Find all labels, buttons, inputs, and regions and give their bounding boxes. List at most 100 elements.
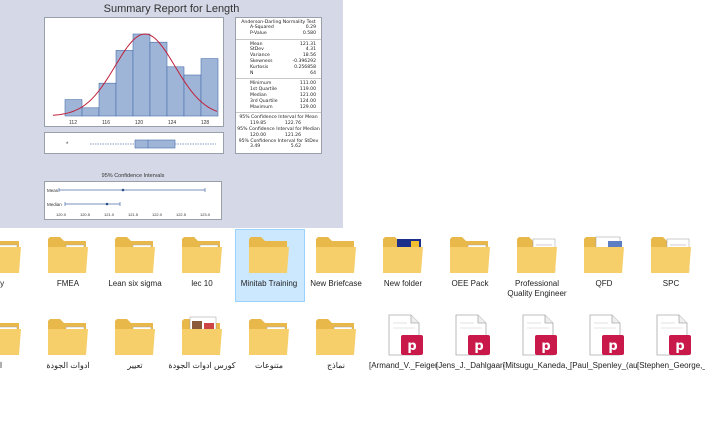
svg-text:p: p xyxy=(407,339,416,354)
folder-item[interactable]: Minitab Training xyxy=(235,229,305,302)
pdf-file-item[interactable]: p [Armand_V._Feigenbaum]_Total_Q xyxy=(369,313,437,401)
ci-point-median xyxy=(105,202,109,206)
file-label: Minitab Training xyxy=(240,279,298,288)
histogram-bar xyxy=(98,82,117,117)
folder-icon: S xyxy=(180,231,224,275)
file-label: [Mitsugu_Kaneda,_Yoshifumi_Kim xyxy=(503,361,571,370)
file-label: كورس ادوات الجودة xyxy=(168,361,236,370)
ci-tick-label: 122.5 xyxy=(176,212,187,217)
folder-item[interactable]: S متنوعات xyxy=(235,313,303,371)
file-label: [Stephen_George,_Arnold_Weime xyxy=(637,361,705,370)
ci-stdev-values: 3.49 5.62 xyxy=(236,144,321,150)
file-label: [Armand_V._Feigenbaum]_Total_Q xyxy=(369,361,437,370)
folder-item[interactable]: Slec 10 xyxy=(168,231,236,289)
file-label: New Briefcase xyxy=(310,279,362,288)
ci-chart: Mean Median 120.0 120.5 121.0 121.5 122.0 122… xyxy=(47,188,211,217)
ci-stdev-low: 3.49 xyxy=(250,144,261,150)
histogram-tick-label: 124 xyxy=(168,120,177,126)
minitab-summary-report: Summary Report for Length 112 116 120 124 12… xyxy=(0,0,343,228)
boxplot-chart: * xyxy=(66,139,216,149)
file-label: [Jens_J._Dahlgaard,_Kai_Kristensen xyxy=(436,361,504,370)
ci-chart-title: 95% Confidence Intervals xyxy=(101,173,165,179)
histogram-bar xyxy=(183,74,202,117)
histogram-panel: 112 116 120 124 128 xyxy=(44,17,224,127)
folder-icon xyxy=(247,231,291,275)
histogram-bar xyxy=(81,107,100,117)
file-label: تعيير xyxy=(127,361,143,370)
boxplot-outlier: * xyxy=(66,142,69,148)
norm-row: P-Value 0.580 xyxy=(236,31,321,37)
file-label: lec 10 xyxy=(191,279,213,288)
svg-text:p: p xyxy=(675,339,684,354)
folder-item[interactable]: كورس ادوات الجودة xyxy=(168,313,236,371)
boxplot-panel: * xyxy=(44,132,224,154)
file-label: OEE Pack xyxy=(451,279,489,288)
folder-item[interactable]: ا xyxy=(0,313,35,371)
divider xyxy=(236,112,321,114)
histogram-bar xyxy=(166,66,185,117)
folder-icon: S xyxy=(247,313,291,357)
norm-stat-value: 0.580 xyxy=(302,30,316,36)
folder-item[interactable]: SPC xyxy=(637,231,705,289)
file-label: New folder xyxy=(383,279,423,288)
ci-tick-label: 120.5 xyxy=(80,212,91,217)
histogram-bar xyxy=(149,41,168,117)
ci-tick-label: 121.0 xyxy=(104,212,115,217)
ci-tick-label: 123.0 xyxy=(200,212,211,217)
folder-icon xyxy=(314,231,358,275)
quart-row: Maximum 129.00 xyxy=(236,105,321,111)
folder-item[interactable]: ادوات الجودة xyxy=(34,313,102,371)
folder-item[interactable]: Lean six sigma xyxy=(101,231,169,289)
histogram-tick-label: 112 xyxy=(69,120,77,126)
folder-icon xyxy=(582,231,626,275)
folder-item[interactable]: S نماذج xyxy=(302,313,370,371)
pdf-file-icon: p xyxy=(515,313,559,357)
ci-stdev-label: 95% Confidence Interval for StDev xyxy=(238,138,319,144)
pdf-file-item[interactable]: p [Paul_Spenley_(auth.)]_World_Cla xyxy=(570,313,638,401)
folder-item[interactable]: Professional Quality Engineer xyxy=(503,231,571,299)
folder-icon: S xyxy=(0,231,23,275)
report-title: Summary Report for Length xyxy=(103,3,240,15)
ci-stdev-high: 5.62 xyxy=(290,144,301,150)
file-label: نماذج xyxy=(326,361,345,370)
divider xyxy=(236,78,321,80)
folder-item[interactable]: S FMEA xyxy=(34,231,102,289)
svg-text:p: p xyxy=(474,339,483,354)
folder-item[interactable]: Sty xyxy=(0,231,35,289)
norm-stat-name: P-Value xyxy=(250,30,267,36)
quart-stat-value: 129.00 xyxy=(299,104,316,110)
boxplot-box xyxy=(134,139,176,149)
ci-tick-label: 122.0 xyxy=(152,212,163,217)
file-label: QFD xyxy=(595,279,613,288)
svg-text:p: p xyxy=(608,339,617,354)
quart-stat-name: Maximum xyxy=(250,104,273,110)
ci-tick-label: 120.0 xyxy=(56,212,67,217)
folder-icon xyxy=(448,231,492,275)
pdf-file-item[interactable]: p [Mitsugu_Kaneda,_Yoshifumi_Kim xyxy=(503,313,571,401)
file-label: متنوعات xyxy=(255,361,283,370)
ci-mean-label: 95% Confidence Interval for Mean xyxy=(239,115,318,121)
pdf-file-item[interactable]: p [Jens_J._Dahlgaard,_Kai_Kristensen xyxy=(436,313,504,401)
folder-item[interactable]: تعيير xyxy=(101,313,169,371)
file-label: Professional Quality Engineer xyxy=(507,279,567,298)
file-label: SPC xyxy=(662,279,680,288)
pdf-file-icon: p xyxy=(582,313,626,357)
folder-item[interactable]: New Briefcase xyxy=(302,231,370,289)
histogram-chart: 112 116 120 124 128 xyxy=(52,33,219,126)
ci-point-mean xyxy=(121,188,125,192)
folder-item[interactable]: QFD xyxy=(570,231,638,289)
folder-icon xyxy=(113,231,157,275)
folder-item[interactable]: New folder xyxy=(369,231,437,289)
folder-icon xyxy=(381,231,425,275)
file-label: ty xyxy=(0,279,5,288)
folder-icon xyxy=(180,313,224,357)
histogram-bar xyxy=(132,33,151,117)
folder-icon: S xyxy=(46,231,90,275)
ci-median-low: 120.00 xyxy=(250,132,267,138)
pdf-file-icon: p xyxy=(448,313,492,357)
folder-item[interactable]: OEE Pack xyxy=(436,231,504,289)
folder-icon xyxy=(649,231,693,275)
ci-tick-label: 121.5 xyxy=(128,212,139,217)
folder-icon xyxy=(0,313,23,357)
pdf-file-item[interactable]: p [Stephen_George,_Arnold_Weime xyxy=(637,313,705,401)
